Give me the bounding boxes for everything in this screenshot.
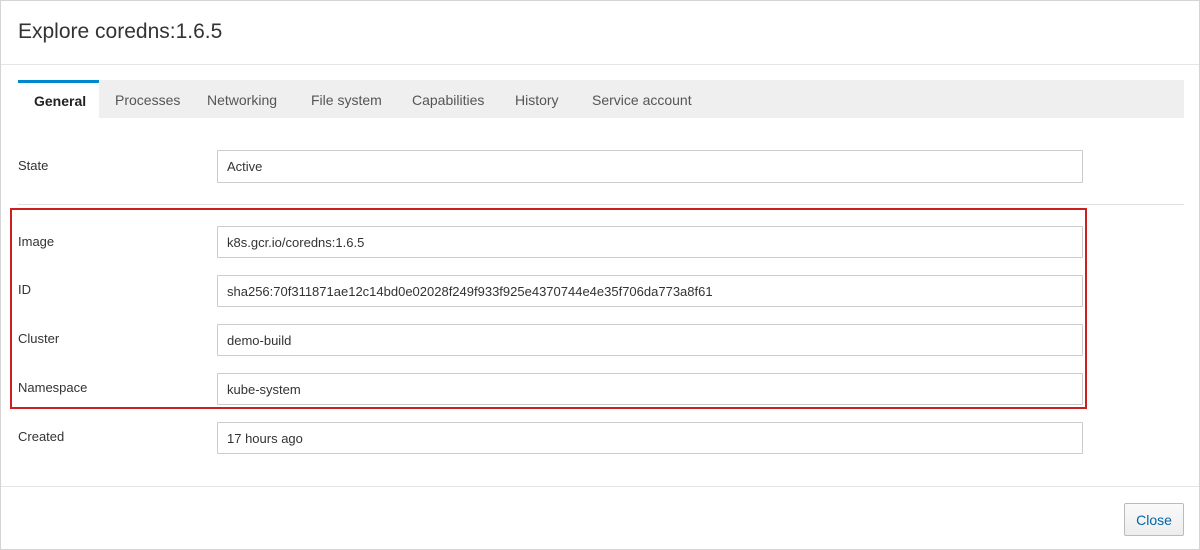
cluster-label: Cluster	[18, 331, 60, 346]
image-label: Image	[18, 234, 55, 249]
tab-capabilities[interactable]: Capabilities	[396, 80, 500, 118]
state-label: State	[18, 158, 49, 173]
created-label: Created	[18, 429, 65, 444]
close-button[interactable]: Close	[1124, 503, 1184, 536]
tab-processes[interactable]: Processes	[99, 80, 196, 118]
tab-service-account[interactable]: Service account	[576, 80, 708, 118]
tab-general[interactable]: General	[18, 80, 99, 118]
tab-file-system[interactable]: File system	[295, 80, 398, 118]
namespace-label: Namespace	[18, 380, 88, 395]
dialog-header: Explore coredns:1.6.5	[1, 1, 1199, 65]
tab-bar: General Processes Networking File system…	[18, 80, 1184, 118]
created-field[interactable]: 17 hours ago	[217, 422, 1083, 454]
state-field[interactable]: Active	[217, 150, 1083, 183]
explore-dialog: Explore coredns:1.6.5 General Processes …	[0, 0, 1200, 550]
dialog-title: Explore coredns:1.6.5	[18, 20, 223, 43]
image-field[interactable]: k8s.gcr.io/coredns:1.6.5	[217, 226, 1083, 258]
tab-history[interactable]: History	[499, 80, 575, 118]
section-divider	[18, 204, 1184, 205]
tab-networking[interactable]: Networking	[191, 80, 293, 118]
namespace-field[interactable]: kube-system	[217, 373, 1083, 405]
id-field[interactable]: sha256:70f311871ae12c14bd0e02028f249f933…	[217, 275, 1083, 307]
footer-divider	[1, 486, 1199, 487]
id-label: ID	[18, 282, 31, 297]
cluster-field[interactable]: demo-build	[217, 324, 1083, 356]
